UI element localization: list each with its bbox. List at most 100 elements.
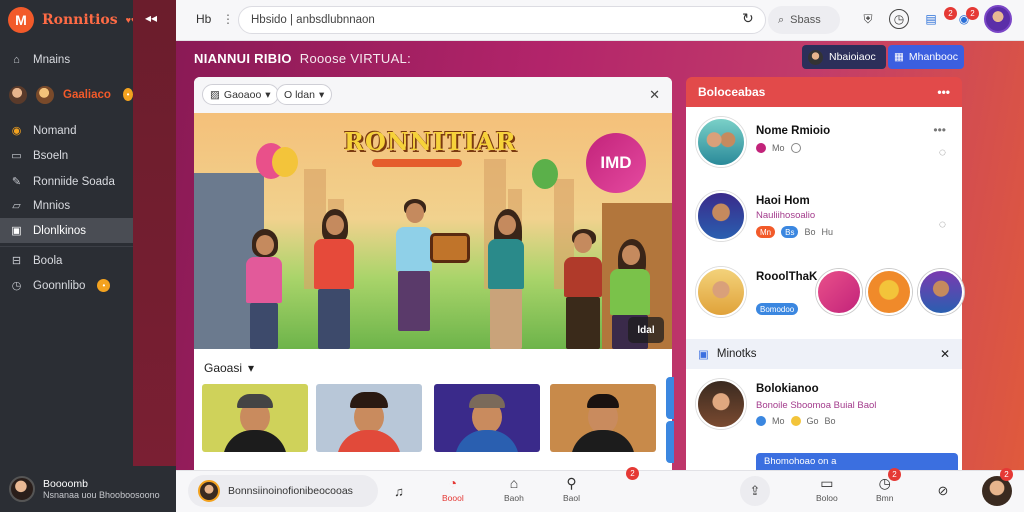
video-thumbnail[interactable] <box>550 384 656 452</box>
torso <box>314 239 354 289</box>
avatar <box>696 191 746 241</box>
legs <box>398 271 430 331</box>
legs <box>250 303 278 349</box>
video-thumbnail[interactable] <box>202 384 308 452</box>
meta-text: Bo <box>804 227 816 237</box>
row-name: Nome Rmioio <box>756 125 831 137</box>
avatar[interactable] <box>866 269 912 315</box>
sidebar-item-label: Dlonlkinos <box>33 224 87 237</box>
nav-label: Baoh <box>504 493 524 503</box>
more-vertical-icon[interactable]: ⋮ <box>222 12 234 26</box>
sidebar-item-nomand[interactable]: ◉ Nomand <box>0 118 133 143</box>
status-dot <box>790 416 801 426</box>
refresh-icon[interactable]: ◌ <box>939 217 946 231</box>
avatar <box>808 49 823 65</box>
avatar[interactable] <box>816 269 862 315</box>
sidebar-item-label: Ronniide Soada <box>33 175 115 188</box>
sidebar-item-inbox[interactable]: ▭ Bsoeln <box>0 143 133 168</box>
more-icon[interactable]: ••• <box>937 85 950 99</box>
close-icon[interactable]: ✕ <box>649 87 660 103</box>
row-meta: Bomodoo <box>756 303 799 315</box>
search-button[interactable]: ⌕ Sbass <box>768 6 840 34</box>
brand[interactable]: M Ronnitios ♥♥ <box>8 7 136 33</box>
wrench-icon: ✎ <box>11 176 22 188</box>
nav-home[interactable]: ⌂ Baoh <box>504 474 524 503</box>
sidebar-item-history[interactable]: ◷ Goonnlibo • <box>0 273 133 298</box>
avatar[interactable] <box>984 5 1012 33</box>
tab-active[interactable]: ▦ Mhanbooc <box>888 45 964 69</box>
bottom-bar: Bonnsiinoinofionibeocooas ♫ ◔ Boool ⌂ Ba… <box>176 467 1024 512</box>
sidebar-item-home[interactable]: ⌂ Mnains <box>0 47 133 72</box>
row-subtitle: Bonoile Sboomoa Buial Baol <box>756 400 877 411</box>
scroll-tab[interactable] <box>666 377 674 419</box>
calendar-icon[interactable]: ▤ <box>921 9 941 29</box>
hero-badge[interactable]: ldal <box>628 317 664 343</box>
head <box>622 245 640 265</box>
meta-text: Mo <box>772 416 785 426</box>
avatar <box>696 379 746 429</box>
list-item[interactable]: Nome Rmioio Mo ••• ◌ <box>696 117 952 173</box>
sidebar-item-boola[interactable]: ⊟ Boola <box>0 248 133 273</box>
list-item[interactable]: Bolokianoo Bonoile Sboomoa Buial Baol Mo… <box>696 379 952 435</box>
main-area: NIANNUI RIBIO Rooose VIRTUAL: Nbaioiaoc ▦… <box>176 41 1024 470</box>
close-icon[interactable]: ✕ <box>940 347 950 361</box>
cap <box>469 394 505 408</box>
meta-text: Bo <box>824 416 836 426</box>
divider <box>0 246 133 247</box>
sidebar-item-tools[interactable]: ✎ Ronniide Soada <box>0 169 133 194</box>
user-card[interactable]: Boooomb Nsnanaa uou Bhooboosoono <box>0 466 176 512</box>
sidebar: M Ronnitios ♥♥ ⌂ Mnains Gaaliaco • ◉ Nom… <box>0 0 136 512</box>
compass-icon: ◉ <box>11 125 22 137</box>
action-bar[interactable]: Bhomohoao on a <box>756 453 958 470</box>
tag: Bs <box>781 226 799 238</box>
home-icon: ⌂ <box>13 53 20 66</box>
avatar <box>9 85 27 104</box>
sidebar-item-folder[interactable]: ▱ Mnnios <box>0 193 133 218</box>
filter-chip[interactable]: O ldan ▾ <box>276 84 333 105</box>
sidebar-item-profile[interactable]: Gaaliaco • <box>0 82 133 107</box>
avatar[interactable] <box>918 269 964 315</box>
panel-title: Boloceabas <box>698 85 766 99</box>
sidebar-item-active[interactable]: ▣ Dlonlkinos <box>0 218 133 243</box>
row-name: Bolokianoo <box>756 383 819 395</box>
chevron-down-icon: ▾ <box>265 88 271 101</box>
hero-banner[interactable]: RONNITIAR IMD ldal <box>194 113 672 349</box>
tab-label: Mhanbooc <box>908 51 958 63</box>
composer-input[interactable]: Bonnsiinoinofionibeocooas <box>188 475 378 507</box>
nav-boloo[interactable]: ▭ Boloo <box>816 474 838 503</box>
page-title: NIANNUI RIBIO Rooose VIRTUAL: <box>194 51 411 66</box>
video-thumbnail[interactable] <box>316 384 422 452</box>
headphones-icon[interactable]: ♫ <box>384 476 414 506</box>
shield-icon[interactable]: ⛨ <box>858 9 878 29</box>
notification-badge: 2 <box>1000 468 1013 481</box>
list-item[interactable]: RooolThaK Bomodoo <box>696 267 964 327</box>
hair <box>587 394 619 408</box>
scroll-tab[interactable] <box>666 421 674 463</box>
home-icon: ⌂ <box>509 475 519 491</box>
list-item[interactable]: Haoi Hom Nauliihosoalio Mn Bs Bo Hu ◌ <box>696 191 952 247</box>
share-icon[interactable]: ⇪ <box>740 476 770 506</box>
refresh-icon[interactable]: ◌ <box>939 145 946 159</box>
search-icon: ⌕ <box>778 13 785 26</box>
torso <box>396 227 432 271</box>
reload-icon[interactable]: ↻ <box>742 10 754 27</box>
collapse-sidebar-icon[interactable]: ◂◂ <box>145 11 157 25</box>
page-title-main: NIANNUI RIBIO <box>194 51 292 66</box>
head <box>406 203 424 223</box>
nav-profile[interactable]: ⚲ Baol <box>563 474 580 503</box>
notification-badge: 2 <box>626 467 639 480</box>
chat-icon: ▭ <box>820 475 834 491</box>
section-header[interactable]: Gaoasi ▾ <box>204 361 254 375</box>
clock-icon[interactable]: ◷ <box>889 9 909 29</box>
compass-icon[interactable]: ⊘ <box>928 476 958 506</box>
tab-account[interactable]: Nbaioiaoc <box>802 45 886 69</box>
sidebar-edge <box>133 0 176 470</box>
video-thumbnail[interactable] <box>434 384 540 452</box>
nav-notifications[interactable]: ◔ Boool <box>442 474 464 503</box>
more-icon[interactable]: ••• <box>933 123 946 137</box>
filter-chip[interactable]: ▨ Gaoaoo ▾ <box>202 84 279 105</box>
meta-text: Mo <box>772 143 785 153</box>
row-meta: Mo <box>756 143 801 153</box>
address-bar[interactable]: Hbsido | anbsdlubnnaon <box>238 6 766 34</box>
head <box>256 235 274 255</box>
